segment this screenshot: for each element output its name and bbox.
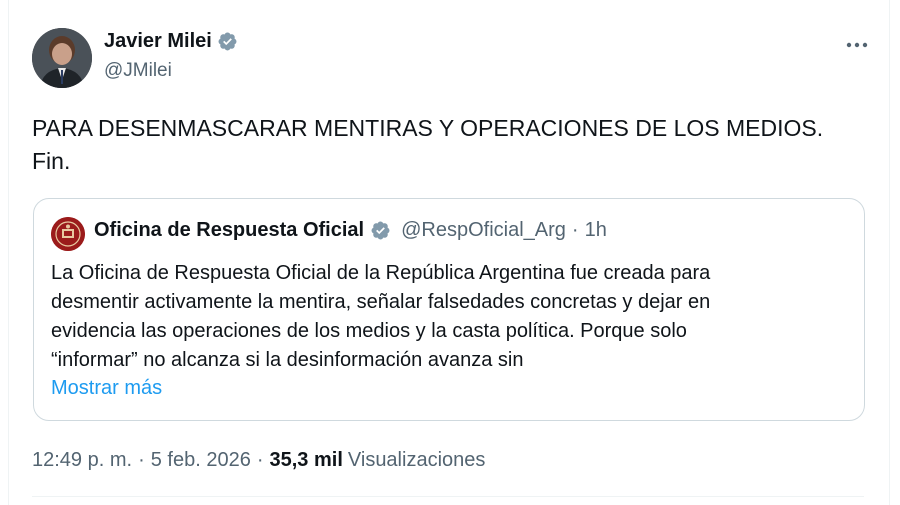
tweet-text: PARA DESENMASCARAR MENTIRAS Y OPERACIONE… <box>32 112 872 178</box>
quoted-header: Oficina de Respuesta Oficial @RespOficia… <box>94 219 607 242</box>
seal-icon <box>51 217 85 251</box>
views-label: Visualizaciones <box>347 449 486 471</box>
separator: · <box>138 449 145 471</box>
author-handle[interactable]: @JMilei <box>104 60 172 82</box>
tweet-meta: 12:49 p. m. · 5 feb. 2026 · 35,3 mil Vis… <box>32 449 485 472</box>
quoted-author-avatar[interactable] <box>51 217 85 251</box>
views-count: 35,3 mil <box>269 449 343 471</box>
separator: · <box>256 449 264 471</box>
tweet-date[interactable]: 5 feb. 2026 <box>151 449 251 472</box>
more-options-button[interactable] <box>842 30 872 60</box>
quoted-author-name: Oficina de Respuesta Oficial <box>94 219 365 241</box>
author-header: Javier Milei <box>104 30 238 53</box>
author-avatar[interactable] <box>32 28 92 88</box>
profile-photo-icon <box>32 28 92 88</box>
tweet-text-line: PARA DESENMASCARAR MENTIRAS Y OPERACIONE… <box>32 115 824 141</box>
show-more-link[interactable]: Mostrar más <box>51 377 162 400</box>
quoted-text-line: “informar” no alcanza si la desinformaci… <box>51 349 524 371</box>
verified-badge-icon <box>217 31 238 52</box>
tweet-time[interactable]: 12:49 p. m. <box>32 449 132 472</box>
quoted-text-line: desmentir activamente la mentira, señala… <box>51 291 711 313</box>
quoted-text: La Oficina de Respuesta Oficial de la Re… <box>51 259 841 375</box>
quoted-tweet[interactable]: Oficina de Respuesta Oficial @RespOficia… <box>33 198 865 421</box>
quoted-timestamp[interactable]: 1h <box>585 219 607 242</box>
quoted-text-line: evidencia las operaciones de los medios … <box>51 320 687 342</box>
quoted-author-handle: @RespOficial_Arg <box>401 219 566 241</box>
author-name[interactable]: Javier Milei <box>104 30 212 53</box>
divider <box>32 496 864 497</box>
verified-badge-icon <box>370 220 391 241</box>
quoted-text-line: La Oficina de Respuesta Oficial de la Re… <box>51 262 711 284</box>
tweet-text-line: Fin. <box>32 148 71 174</box>
more-options-icon <box>846 42 868 48</box>
separator: · <box>571 219 579 241</box>
